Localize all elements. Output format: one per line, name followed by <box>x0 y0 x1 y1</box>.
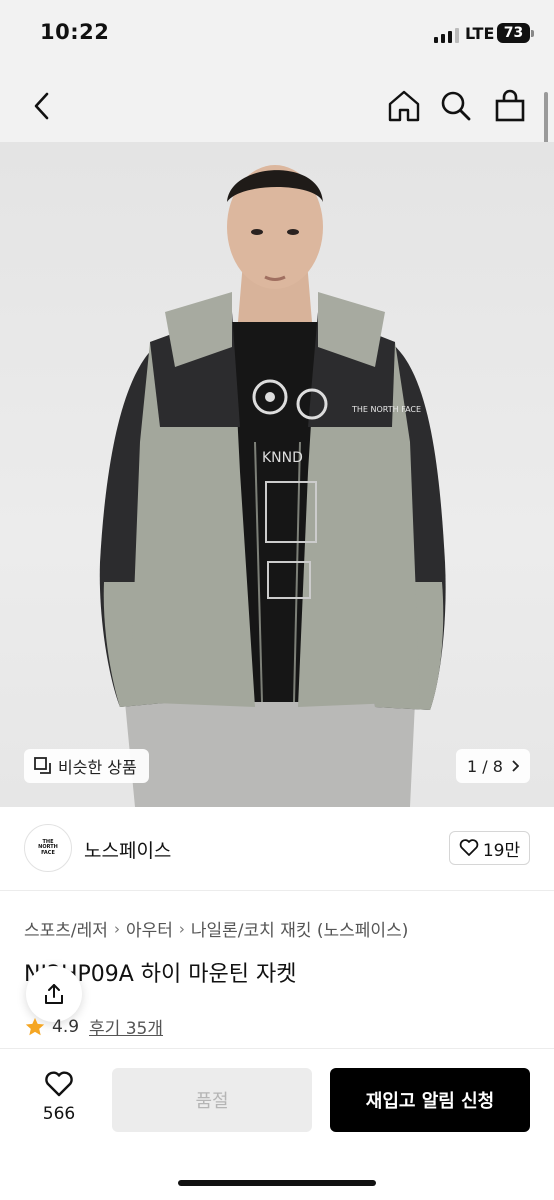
heart-icon <box>45 1071 73 1097</box>
rating-row: 4.9 후기 35개 <box>24 1014 163 1039</box>
product-photo: KNND THE NORTH FACE <box>99 165 446 807</box>
heart-icon <box>459 839 479 856</box>
breadcrumb: 스포츠/레저 › 아우터 › 나일론/코치 재킷 (노스페이스) <box>24 916 408 942</box>
shopping-bag-icon[interactable] <box>490 86 530 126</box>
bottom-action-bar: 566 품절 재입고 알림 신청 <box>0 1048 554 1200</box>
pager-text: 1 / 8 <box>467 756 503 776</box>
soldout-button[interactable]: 품절 <box>112 1068 312 1132</box>
signal-icon <box>434 27 459 43</box>
status-time: 10:22 <box>40 20 110 44</box>
home-icon[interactable] <box>384 86 424 126</box>
battery-level: 73 <box>503 25 524 41</box>
similar-products-button[interactable]: 비슷한 상품 <box>24 749 149 783</box>
share-icon <box>45 984 63 1004</box>
status-bar: 10:22 LTE 73 <box>0 0 554 70</box>
similar-items-icon <box>34 757 51 774</box>
chevron-right-icon: › <box>178 919 185 938</box>
rating-value: 4.9 <box>52 1016 80 1037</box>
breadcrumb-item[interactable]: 나일론/코치 재킷 (노스페이스) <box>191 916 408 941</box>
svg-text:THE NORTH FACE: THE NORTH FACE <box>351 405 421 414</box>
product-image-carousel[interactable]: KNND THE NORTH FACE 비슷한 상품 1 / 8 <box>0 142 554 807</box>
breadcrumb-item[interactable]: 스포츠/레저 <box>24 916 108 941</box>
wish-count: 566 <box>42 1104 76 1124</box>
battery-icon: 73 <box>497 23 534 43</box>
nav-bar <box>0 70 554 142</box>
restock-notify-button[interactable]: 재입고 알림 신청 <box>330 1068 530 1132</box>
brand-name[interactable]: 노스페이스 <box>84 836 171 863</box>
chevron-right-icon <box>512 760 519 772</box>
similar-products-label: 비슷한 상품 <box>58 758 137 777</box>
reviews-link[interactable]: 후기 35개 <box>89 1014 163 1039</box>
star-icon <box>25 1017 45 1035</box>
breadcrumb-item[interactable]: 아우터 <box>126 916 173 941</box>
brand-row[interactable]: THE NORTH FACE 노스페이스 19만 <box>0 807 554 891</box>
svg-text:KNND: KNND <box>262 450 303 466</box>
back-arrow-icon[interactable] <box>22 86 62 126</box>
wishlist-button[interactable]: 566 <box>30 1071 88 1124</box>
chevron-right-icon: › <box>113 919 120 938</box>
like-count: 19만 <box>482 840 521 861</box>
brand-logo[interactable]: THE NORTH FACE <box>24 824 72 872</box>
like-button[interactable]: 19만 <box>449 831 530 865</box>
image-pager[interactable]: 1 / 8 <box>456 749 530 783</box>
network-label: LTE <box>465 24 495 43</box>
home-indicator <box>178 1180 376 1186</box>
search-icon[interactable] <box>436 86 476 126</box>
